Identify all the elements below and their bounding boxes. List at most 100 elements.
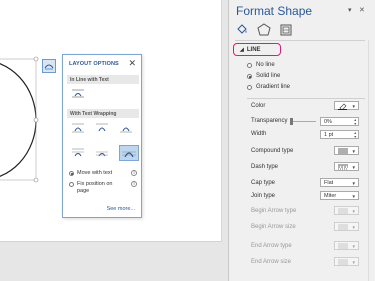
color-picker[interactable]: ▼	[334, 101, 359, 110]
end-arrow-size-label: End Arrow size	[251, 259, 292, 265]
fix-position-option[interactable]: Fix position on page	[69, 181, 112, 195]
move-with-text-option[interactable]: Move with text	[69, 170, 112, 176]
document-area: LAYOUT OPTIONS ✕ In Line with Text With …	[0, 0, 228, 281]
begin-arrow-size-icon	[338, 224, 348, 229]
width-label: Width	[251, 131, 267, 137]
dash-type-dropdown[interactable]: ▼	[334, 162, 359, 171]
begin-arrow-size-label: Begin Arrow size	[251, 224, 296, 230]
line-section-label: LINE	[246, 46, 261, 53]
in-front-of-text-option[interactable]	[119, 145, 139, 161]
pane-close-button[interactable]: ✕	[359, 6, 365, 14]
fill-line-tab[interactable]	[235, 22, 249, 36]
join-dropdown-arrow: ▼	[351, 194, 356, 199]
square-wrap-icon	[72, 123, 84, 133]
no-line-option[interactable]: No line	[247, 62, 275, 68]
solid-line-label: Solid line	[256, 73, 281, 79]
dash-lines-icon	[338, 164, 348, 169]
pentagon-icon	[257, 22, 271, 35]
move-with-text-label: Move with text	[77, 170, 113, 176]
in-front-of-text-icon	[122, 151, 136, 158]
join-type-dropdown[interactable]: Miter ▼	[320, 191, 359, 200]
move-with-text-info-icon[interactable]: i	[131, 170, 137, 176]
fix-position-info-icon[interactable]: i	[131, 181, 137, 187]
size-properties-icon	[280, 24, 292, 35]
size-properties-tab[interactable]	[279, 22, 293, 36]
pane-scrollbar[interactable]	[368, 40, 375, 281]
color-dropdown-arrow: ▼	[351, 104, 356, 109]
no-line-label: No line	[256, 62, 275, 68]
end-arrow-size-icon	[338, 259, 348, 264]
width-input[interactable]: 1 pt ▲ ▼	[320, 130, 359, 139]
top-bottom-wrap-option[interactable]	[71, 147, 85, 159]
transparency-value: 0%	[324, 118, 332, 125]
no-line-radio[interactable]	[247, 62, 252, 68]
end-arrow-type-icon	[338, 243, 348, 248]
fix-position-label-line2: page	[77, 188, 90, 194]
transparency-label: Transparency	[251, 118, 288, 124]
begin-arrow-size-dropdown[interactable]: ▼	[334, 222, 359, 231]
gradient-line-option[interactable]: Gradient line	[247, 84, 290, 90]
top-bottom-wrap-icon	[72, 148, 84, 157]
fix-position-radio[interactable]	[69, 181, 74, 187]
tight-wrap-icon	[96, 123, 108, 132]
layout-options-icon	[44, 64, 54, 70]
end-arrow-type-dropdown-arrow: ▼	[351, 244, 356, 249]
color-label: Color	[251, 103, 266, 109]
pane-title: Format Shape	[236, 4, 313, 18]
pen-color-icon	[338, 103, 347, 110]
format-shape-pane: Format Shape ▾ ✕ ◢ LINE No line Solid li…	[228, 0, 375, 281]
begin-arrow-type-dropdown-arrow: ▼	[351, 209, 356, 214]
inline-section-header: In Line with Text	[67, 75, 139, 84]
gradient-line-radio[interactable]	[247, 84, 252, 90]
begin-arrow-type-icon	[338, 208, 348, 213]
compound-type-label: Compound type	[251, 148, 294, 154]
square-wrap-option[interactable]	[71, 122, 85, 134]
begin-arrow-size-dropdown-arrow: ▼	[351, 225, 356, 230]
cap-dropdown-arrow: ▼	[351, 181, 356, 186]
compound-type-dropdown[interactable]: ▼	[334, 146, 359, 155]
end-arrow-type-dropdown[interactable]: ▼	[334, 241, 359, 250]
compound-lines-icon	[338, 148, 348, 153]
transparency-input[interactable]: 0% ▲ ▼	[320, 117, 359, 126]
tight-wrap-option[interactable]	[95, 122, 109, 134]
begin-arrow-type-label: Begin Arrow type	[251, 208, 297, 214]
through-wrap-option[interactable]	[119, 122, 133, 134]
join-type-label: Join type	[251, 193, 276, 199]
dash-dropdown-arrow: ▼	[351, 165, 356, 170]
end-arrow-size-dropdown[interactable]: ▼	[334, 257, 359, 266]
in-line-with-text-option[interactable]	[71, 87, 85, 99]
width-spinner[interactable]: ▲ ▼	[354, 131, 357, 139]
end-arrow-size-dropdown-arrow: ▼	[351, 260, 356, 265]
cap-type-dropdown[interactable]: Flat ▼	[320, 178, 359, 187]
transparency-spinner[interactable]: ▲ ▼	[354, 118, 357, 126]
fix-position-text: Fix position on page	[77, 181, 112, 195]
through-wrap-icon	[120, 127, 132, 133]
dash-type-label: Dash type	[251, 164, 279, 170]
wrapping-section-header: With Text Wrapping	[67, 109, 139, 118]
line-section-header[interactable]: ◢ LINE	[233, 43, 281, 56]
layout-options-popup: LAYOUT OPTIONS ✕ In Line with Text With …	[62, 54, 142, 218]
cap-type-value: Flat	[324, 179, 334, 186]
behind-text-option[interactable]	[95, 147, 109, 159]
fix-position-label-line1: Fix position on	[77, 181, 113, 187]
paint-bucket-icon	[237, 23, 247, 34]
effects-tab[interactable]	[257, 22, 271, 36]
begin-arrow-type-dropdown[interactable]: ▼	[334, 206, 359, 215]
solid-line-radio[interactable]	[247, 73, 252, 79]
compound-dropdown-arrow: ▼	[351, 149, 356, 154]
popup-title: LAYOUT OPTIONS	[69, 61, 119, 67]
pane-options-dropdown[interactable]: ▾	[348, 6, 352, 14]
transparency-slider-thumb[interactable]	[290, 118, 293, 125]
popup-close-button[interactable]: ✕	[128, 58, 136, 69]
cap-type-label: Cap type	[251, 180, 276, 186]
inline-wrap-icon	[72, 89, 84, 98]
pane-separator	[235, 40, 365, 41]
join-type-value: Miter	[324, 192, 337, 199]
width-value: 1 pt	[324, 131, 334, 138]
see-more-link[interactable]: See more...	[107, 206, 135, 212]
solid-line-option[interactable]: Solid line	[247, 73, 280, 79]
layout-options-button[interactable]	[42, 59, 56, 73]
transparency-slider[interactable]	[291, 121, 316, 122]
gradient-line-label: Gradient line	[256, 84, 291, 90]
move-with-text-radio[interactable]	[69, 170, 74, 176]
